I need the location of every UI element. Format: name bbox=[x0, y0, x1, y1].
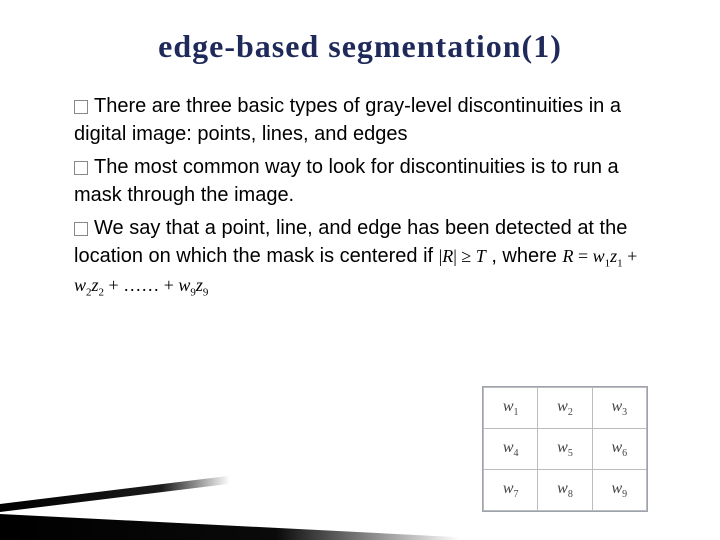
mask-cell: w9 bbox=[592, 470, 646, 511]
bullet-item: There are three basic types of gray-leve… bbox=[74, 93, 660, 148]
bullet-lead: There bbox=[94, 95, 146, 117]
accent-stripe-icon bbox=[0, 476, 230, 512]
bullet-item: The most common way to look for disconti… bbox=[74, 154, 660, 209]
mask-cell: w6 bbox=[592, 429, 646, 470]
bullet-rest: are three basic types of gray-level disc… bbox=[74, 95, 621, 145]
body-text: There are three basic types of gray-leve… bbox=[74, 93, 660, 301]
mask-cell: w3 bbox=[592, 388, 646, 429]
bullet-box-icon bbox=[74, 161, 88, 175]
mask-cell: w1 bbox=[484, 388, 538, 429]
mask-grid: w1 w2 w3 w4 w5 w6 w7 w8 w9 bbox=[482, 386, 648, 512]
slide: edge-based segmentation(1) There are thr… bbox=[0, 28, 720, 540]
mask-cell: w5 bbox=[538, 429, 592, 470]
bullet-item: We say that a point, line, and edge has … bbox=[74, 215, 660, 300]
bullet-box-icon bbox=[74, 100, 88, 114]
slide-title: edge-based segmentation(1) bbox=[0, 28, 720, 65]
mask-cell: w8 bbox=[538, 470, 592, 511]
bullet-lead: The bbox=[94, 156, 128, 178]
mask-cell: w7 bbox=[484, 470, 538, 511]
mask-cell: w4 bbox=[484, 429, 538, 470]
accent-wedge-icon bbox=[0, 514, 460, 540]
mask-cell: w2 bbox=[538, 388, 592, 429]
bullet-box-icon bbox=[74, 222, 88, 236]
condition-formula: |R| ≥ T bbox=[439, 246, 486, 266]
where-text: , where bbox=[486, 245, 563, 267]
bullet-lead: We bbox=[94, 217, 124, 239]
bullet-rest: most common way to look for discontinuit… bbox=[74, 156, 619, 206]
